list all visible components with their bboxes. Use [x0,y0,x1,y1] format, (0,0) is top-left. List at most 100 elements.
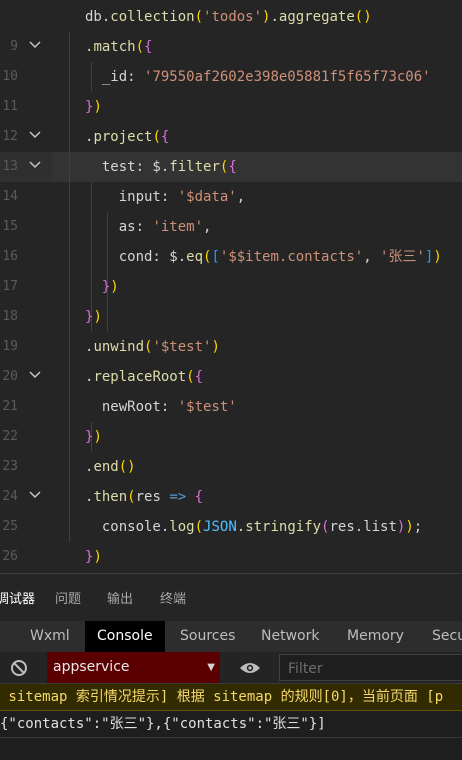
context-value: appservice [53,659,130,675]
line-number: 18 [2,309,18,324]
indent-guide [69,182,70,212]
code-text: }) [85,422,102,452]
code-token: cond: $. [85,249,187,265]
code-token: ) [433,249,442,265]
code-text: }) [85,92,102,122]
tab-sources[interactable]: Sources [168,621,247,652]
code-line[interactable]: db.collection('todos').aggregate() [0,2,462,32]
line-number: 21 [2,399,18,414]
code-line[interactable]: 12 .project({ [0,122,462,152]
tab-security[interactable]: Secu [420,621,462,652]
code-token: stringify [245,519,322,535]
code-line[interactable]: 17 }) [0,272,462,302]
code-token: ( [186,369,195,385]
indent-guide [69,452,70,482]
tab-memory[interactable]: Memory [335,621,416,652]
code-token: ( [152,129,161,145]
line-number: 23 [2,459,18,474]
code-token: { [194,369,204,385]
code-text: as: 'item', [85,212,212,242]
code-line[interactable]: 15 as: 'item', [0,212,462,242]
code-text: .replaceRoot({ [85,362,203,392]
code-token: end [93,459,119,475]
tab-wxml[interactable]: Wxml [18,621,82,652]
code-token: { [194,489,204,505]
filter-input[interactable] [286,658,460,680]
code-token: ) [93,309,102,325]
code-token: { [160,129,170,145]
code-line[interactable]: 14 input: '$data', [0,182,462,212]
indent-guide [69,422,70,452]
indent-guide [69,392,70,422]
code-token: ) [405,519,414,535]
code-line[interactable]: 24 .then(res => { [0,482,462,512]
tab-console[interactable]: Console [85,621,165,652]
sitemap-warning-message: sitemap 索引情况提示] 根据 sitemap 的规则[0]，当前页面 [… [0,684,462,711]
code-token: ) [93,549,102,565]
console-prompt-area[interactable] [0,738,462,760]
code-token: => [169,489,187,505]
code-token: '$data' [177,189,237,205]
code-line[interactable]: 9 .match({ [0,32,462,62]
code-token: res.list [329,519,397,535]
line-number: 25 [2,519,18,534]
code-token: ) [211,339,220,355]
indent-guide [69,302,70,332]
code-line[interactable]: 25 console.log(JSON.stringify(res.list))… [0,512,462,542]
indent-guide [69,362,70,392]
code-text: }) [85,542,102,572]
code-token: , [203,219,212,235]
code-token: log [169,519,195,535]
indent-guide [69,512,70,542]
code-token: unwind [93,339,145,355]
code-line[interactable]: 21 newRoot: '$test' [0,392,462,422]
fold-chevron-icon[interactable] [29,161,41,171]
tab-network[interactable]: Network [249,621,331,652]
code-token: [ [211,249,220,265]
indent-guide [69,272,70,302]
code-token: () [118,459,136,475]
code-line[interactable]: 26}) [0,542,462,572]
code-text: _id: '79550af2602e398e05881f5f65f73c06' [85,62,431,92]
code-line[interactable]: 19 .unwind('$test') [0,332,462,362]
code-token: project [93,129,153,145]
line-number: 26 [2,549,18,564]
fold-chevron-icon[interactable] [29,371,41,381]
code-token: '$$item.contacts' [219,249,364,265]
tab-problems[interactable]: 问题 [55,588,81,607]
code-line[interactable]: 11}) [0,92,462,122]
context-select[interactable]: appservice ▼ [47,652,220,683]
indent-guide [69,332,70,362]
code-text: }) [85,302,102,332]
block-icon[interactable] [10,659,28,677]
console-toolbar: appservice ▼ [0,652,462,684]
code-editor[interactable]: db.collection('todos').aggregate() 9 .matc… [0,0,462,573]
code-line[interactable]: 10 _id: '79550af2602e398e05881f5f65f73c0… [0,62,462,92]
code-token: db. [85,9,111,25]
code-text: cond: $.eq(['$$item.contacts', '张三']) [85,242,442,272]
tab-debugger[interactable]: 调试器 [0,588,35,607]
tab-output[interactable]: 输出 [107,588,133,607]
fold-chevron-icon[interactable] [29,41,41,51]
line-number: 15 [2,219,18,234]
eye-icon[interactable] [239,660,261,676]
fold-chevron-icon[interactable] [29,491,41,501]
code-token: filter [169,159,220,175]
indent-guide [69,482,70,512]
line-number: 24 [2,489,18,504]
code-token: . [236,519,246,535]
code-text: .unwind('$test') [85,332,220,362]
tab-terminal[interactable]: 终端 [160,588,186,607]
code-token: eq [186,249,204,265]
code-line[interactable]: 13 test: $.filter({ [0,152,462,182]
code-text: .project({ [85,122,169,152]
code-line[interactable]: 16 cond: $.eq(['$$item.contacts', '张三']) [0,242,462,272]
code-line[interactable]: 20 .replaceRoot({ [0,362,462,392]
code-line[interactable]: 18}) [0,302,462,332]
code-line[interactable]: 22}) [0,422,462,452]
code-line[interactable]: 23 .end() [0,452,462,482]
code-text: newRoot: '$test' [85,392,237,422]
code-text: .match({ [85,32,152,62]
fold-chevron-icon[interactable] [29,131,41,141]
